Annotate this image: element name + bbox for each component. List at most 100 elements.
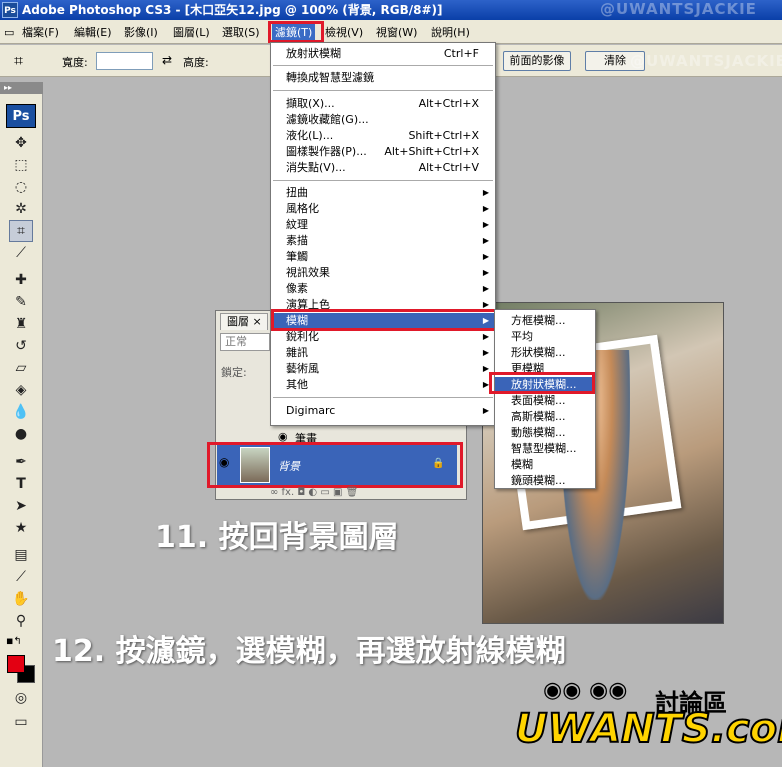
blur-motion[interactable]: 動態模糊...: [495, 425, 595, 441]
lasso-tool-icon[interactable]: ◌: [10, 177, 32, 197]
watermark-text: @UWANTSJACKIE: [630, 52, 782, 70]
filter-extract[interactable]: 擷取(X)... Alt+Ctrl+X: [271, 96, 495, 112]
paint-bucket-tool-icon[interactable]: ◈: [10, 380, 32, 400]
screen-mode-icon[interactable]: ▭: [10, 712, 32, 732]
item-label: 液化(L)...: [286, 129, 334, 142]
blur-average[interactable]: 平均: [495, 329, 595, 345]
type-tool-icon[interactable]: T: [10, 474, 32, 494]
caption-step-12: 12. 按濾鏡，選模糊，再選放射線模糊: [52, 634, 566, 669]
app-icon: Ps: [2, 2, 18, 18]
shape-tool-icon[interactable]: ★: [10, 518, 32, 538]
blur-surface[interactable]: 表面模糊...: [495, 393, 595, 409]
filter-distort[interactable]: 扭曲 ▶: [271, 185, 495, 201]
crop-icon[interactable]: ⌗: [14, 51, 23, 71]
history-brush-tool-icon[interactable]: ↺: [10, 336, 32, 356]
dodge-tool-icon[interactable]: ●: [10, 424, 32, 444]
marquee-tool-icon[interactable]: ⬚: [10, 155, 32, 175]
menu-bar: ▭ 檔案(F) 編輯(E) 影像(I) 圖層(L) 選取(S) 濾鏡(T) 檢視…: [0, 20, 782, 44]
menu-file[interactable]: 檔案(F): [22, 24, 59, 41]
blur-blur[interactable]: 模糊: [495, 457, 595, 473]
filter-sharpen[interactable]: 銳利化 ▶: [271, 329, 495, 345]
width-label: 寬度:: [62, 56, 88, 69]
menu-window[interactable]: 視窗(W): [376, 24, 417, 41]
menu-view[interactable]: 檢視(V): [325, 24, 363, 41]
menu-separator: [273, 65, 493, 66]
link-icon[interactable]: ∞: [270, 487, 282, 498]
filter-last[interactable]: 放射狀模糊 Ctrl+F: [271, 46, 495, 62]
foreground-color-swatch[interactable]: [7, 655, 25, 673]
close-icon[interactable]: ×: [253, 315, 262, 328]
filter-video[interactable]: 視訊效果 ▶: [271, 265, 495, 281]
submenu-arrow-icon: ▶: [482, 188, 489, 197]
layers-tab-label: 圖層: [227, 315, 249, 328]
layer-buttons[interactable]: ◘ ◐ ▭ ▣ 🗑: [294, 487, 358, 498]
filter-pattern-maker[interactable]: 圖樣製作器(P)... Alt+Shift+Ctrl+X: [271, 144, 495, 160]
item-label: 濾鏡收藏館(G)...: [286, 113, 369, 126]
crop-tool-preset-icon[interactable]: ▭: [4, 24, 14, 41]
toolbox-grip[interactable]: ▸▸: [0, 82, 43, 94]
submenu-arrow-icon: ▶: [482, 348, 489, 357]
filter-texture[interactable]: 紋理 ▶: [271, 217, 495, 233]
uwants-mascot-icon: ◉◉ ◉◉: [543, 678, 628, 703]
blend-mode-select[interactable]: 正常: [220, 333, 270, 351]
layers-footer: ∞ fx. ◘ ◐ ▭ ▣ 🗑: [270, 487, 358, 498]
quick-mask-icon[interactable]: ◎: [10, 688, 32, 708]
brush-tool-icon[interactable]: ✎: [10, 292, 32, 312]
filter-stylize[interactable]: 風格化 ▶: [271, 201, 495, 217]
item-label: Digimarc: [286, 404, 336, 417]
zoom-tool-icon[interactable]: ⚲: [10, 611, 32, 631]
layers-tab[interactable]: 圖層 ×: [220, 313, 268, 330]
menu-help[interactable]: 說明(H): [431, 24, 470, 41]
filter-gallery[interactable]: 濾鏡收藏館(G)...: [271, 112, 495, 128]
highlight-radial-blur: [489, 372, 595, 394]
submenu-arrow-icon: ▶: [482, 332, 489, 341]
swap-icon[interactable]: ⇄: [162, 53, 172, 67]
menu-edit[interactable]: 編輯(E): [74, 24, 112, 41]
blur-lens[interactable]: 鏡頭模糊...: [495, 473, 595, 489]
menu-image[interactable]: 影像(I): [124, 24, 158, 41]
submenu-arrow-icon: ▶: [482, 406, 489, 415]
blur-tool-icon[interactable]: 💧: [10, 402, 32, 422]
pen-tool-icon[interactable]: ✒: [10, 452, 32, 472]
item-label: 素描: [286, 234, 308, 247]
submenu-arrow-icon: ▶: [482, 220, 489, 229]
blur-gaussian[interactable]: 高斯模糊...: [495, 409, 595, 425]
hand-tool-icon[interactable]: ✋: [10, 589, 32, 609]
eyedropper-tool-icon[interactable]: ⟋: [10, 567, 32, 587]
width-input[interactable]: [96, 52, 153, 70]
filter-pixelate[interactable]: 像素 ▶: [271, 281, 495, 297]
blur-box[interactable]: 方框模糊...: [495, 313, 595, 329]
menu-select[interactable]: 選取(S): [222, 24, 260, 41]
filter-smart[interactable]: 轉換成智慧型濾鏡: [271, 70, 495, 86]
window-title: Adobe Photoshop CS3 - [木口亞矢12.jpg @ 100%…: [22, 3, 443, 17]
healing-brush-tool-icon[interactable]: ✚: [10, 270, 32, 290]
filter-brush-strokes[interactable]: 筆觸 ▶: [271, 249, 495, 265]
filter-digimarc[interactable]: Digimarc ▶: [271, 403, 495, 419]
fx-icon[interactable]: fx.: [282, 487, 295, 498]
blur-shape[interactable]: 形狀模糊...: [495, 345, 595, 361]
filter-vanishing-point[interactable]: 消失點(V)... Alt+Ctrl+V: [271, 160, 495, 176]
highlight-filter-menu: [268, 21, 324, 43]
clone-stamp-tool-icon[interactable]: ♜: [10, 314, 32, 334]
submenu-arrow-icon: ▶: [482, 204, 489, 213]
filter-other[interactable]: 其他 ▶: [271, 377, 495, 393]
path-selection-tool-icon[interactable]: ➤: [10, 496, 32, 516]
menu-layer[interactable]: 圖層(L): [173, 24, 210, 41]
item-label: 紋理: [286, 218, 308, 231]
move-tool-icon[interactable]: ✥: [10, 133, 32, 153]
crop-tool-icon[interactable]: ⌗: [10, 221, 32, 241]
filter-noise[interactable]: 雜訊 ▶: [271, 345, 495, 361]
slice-tool-icon[interactable]: ⟋: [10, 243, 32, 263]
magic-wand-tool-icon[interactable]: ✲: [10, 199, 32, 219]
default-colors-icon[interactable]: ◾↰: [6, 636, 22, 647]
front-image-button[interactable]: 前面的影像: [503, 51, 571, 71]
filter-liquify[interactable]: 液化(L)... Shift+Ctrl+X: [271, 128, 495, 144]
notes-tool-icon[interactable]: ▤: [10, 545, 32, 565]
item-label: 其他: [286, 378, 308, 391]
blur-smart[interactable]: 智慧型模糊...: [495, 441, 595, 457]
eraser-tool-icon[interactable]: ▱: [10, 358, 32, 378]
menu-separator: [273, 397, 493, 398]
filter-last-label: 放射狀模糊: [286, 47, 341, 60]
filter-artistic[interactable]: 藝術風 ▶: [271, 361, 495, 377]
filter-sketch[interactable]: 素描 ▶: [271, 233, 495, 249]
